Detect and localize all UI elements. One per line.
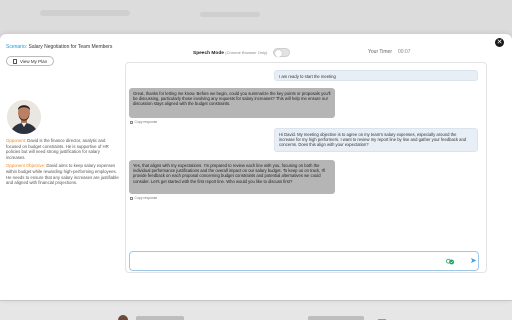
opponent-avatar xyxy=(7,100,41,134)
user-message: Hi David. My meeting objective is to agr… xyxy=(274,128,478,152)
copy-response-button[interactable]: Copy response xyxy=(130,196,157,200)
opponent-description: Opponent: David is the finance director,… xyxy=(6,138,120,160)
send-icon[interactable]: ➤ xyxy=(470,256,478,266)
scenario-label: Scenario: xyxy=(6,44,28,50)
opponent-info: Opponent: David is the finance director,… xyxy=(6,138,120,189)
background-placeholder-bar xyxy=(200,12,260,17)
background-avatar xyxy=(118,315,128,320)
speech-mode-toggle[interactable] xyxy=(273,48,291,57)
speech-mode-label: Speech Mode (Chrome Browser Only) xyxy=(193,49,268,56)
timer-value: 00:07 xyxy=(398,49,411,55)
copy-icon xyxy=(130,196,133,200)
opponent-objective: Opponent Objective: David aims to keep s… xyxy=(6,163,120,185)
chat-transcript[interactable]: I am ready to start the meeting Great, t… xyxy=(125,62,487,273)
scenario-description: Scenario: Salary Negotiation for Team Me… xyxy=(6,44,118,51)
toggle-knob xyxy=(275,50,282,57)
timer: Your Timer 00:07 xyxy=(368,49,411,55)
speech-mode-control: Speech Mode (Chrome Browser Only) xyxy=(193,48,291,57)
objective-label: Opponent Objective: xyxy=(6,163,46,169)
ai-message: Yes, that aligns with my expectations. I… xyxy=(129,160,335,194)
background-placeholder-bar xyxy=(40,10,130,16)
timer-label: Your Timer xyxy=(368,49,392,55)
user-message: I am ready to start the meeting xyxy=(274,70,478,81)
document-icon xyxy=(13,58,17,64)
roleplay-modal: ✕ Scenario: Salary Negotiation for Team … xyxy=(0,34,512,300)
view-plan-button[interactable]: View My Plan xyxy=(6,56,55,66)
ai-message: Great, thanks for letting me know. Befor… xyxy=(129,88,335,118)
close-icon[interactable]: ✕ xyxy=(495,38,504,47)
opponent-label: Opponent: xyxy=(6,138,27,143)
copy-icon xyxy=(130,120,133,124)
background-placeholder-bar xyxy=(136,316,184,320)
view-plan-label: View My Plan xyxy=(20,58,48,64)
copy-response-button[interactable]: Copy response xyxy=(130,120,157,124)
message-input-box: ➤ xyxy=(129,251,479,271)
background-placeholder-bar xyxy=(308,316,364,320)
grammar-check-icon[interactable] xyxy=(446,258,454,266)
message-input[interactable] xyxy=(133,255,433,267)
background-footer xyxy=(0,300,512,320)
scenario-panel: Scenario: Salary Negotiation for Team Me… xyxy=(6,44,119,185)
scenario-text: Salary Negotiation for Team Members xyxy=(28,44,113,50)
